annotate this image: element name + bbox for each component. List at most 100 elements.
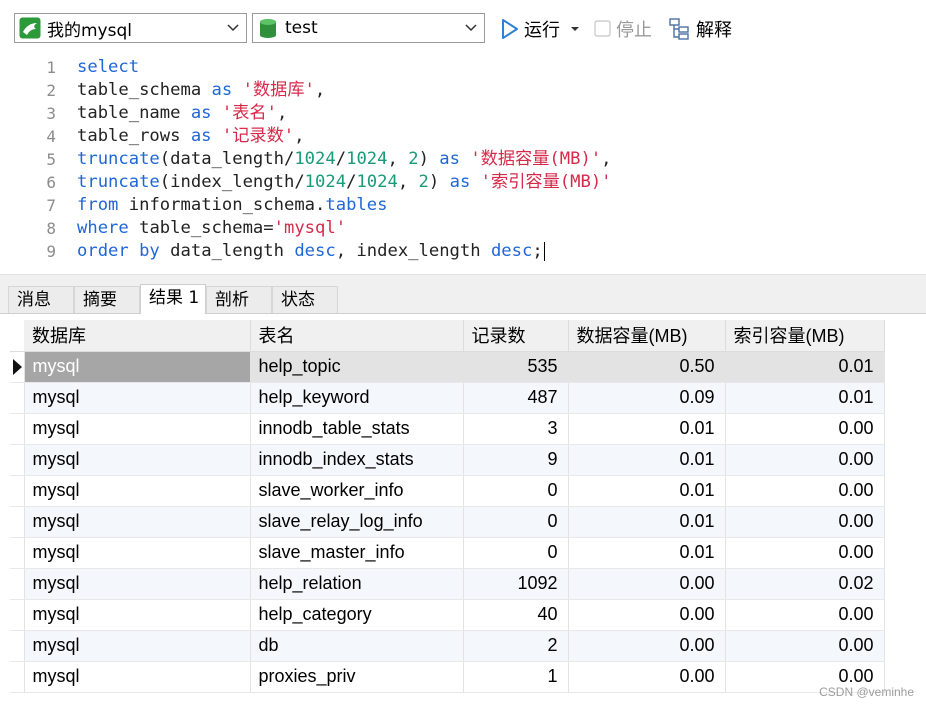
result-grid[interactable]: 数据库 表名 记录数 数据容量(MB) 索引容量(MB) mysql help_t… xyxy=(10,320,885,693)
table-cell[interactable]: 0 xyxy=(463,506,569,538)
table-cell[interactable]: 0.00 xyxy=(568,630,726,662)
row-indicator[interactable] xyxy=(10,537,25,569)
table-cell[interactable]: 9 xyxy=(463,444,569,476)
column-header[interactable]: 记录数 xyxy=(463,320,569,352)
table-row[interactable]: mysql help_topic 535 0.50 0.01 xyxy=(10,351,885,383)
table-cell[interactable]: 0.01 xyxy=(568,475,726,507)
table-cell[interactable]: 535 xyxy=(463,351,569,383)
table-cell[interactable]: 0.00 xyxy=(568,568,726,600)
database-select[interactable]: test xyxy=(252,13,485,43)
table-cell[interactable]: 0.00 xyxy=(568,661,726,693)
table-cell[interactable]: 0.09 xyxy=(568,382,726,414)
row-indicator[interactable] xyxy=(10,599,25,631)
table-cell[interactable]: 0 xyxy=(463,537,569,569)
sql-code[interactable]: select table_schema as '数据库', table_name a… xyxy=(77,56,612,263)
table-cell[interactable]: 0.00 xyxy=(725,506,885,538)
table-cell[interactable]: innodb_index_stats xyxy=(250,444,464,476)
tab-profile[interactable]: 剖析 xyxy=(206,286,272,313)
table-cell[interactable]: mysql xyxy=(24,599,251,631)
table-row[interactable]: mysql slave_worker_info 0 0.01 0.00 xyxy=(10,475,885,507)
table-row[interactable]: mysql proxies_priv 1 0.00 0.00 xyxy=(10,661,885,693)
table-cell[interactable]: mysql xyxy=(24,444,251,476)
tab-result-1[interactable]: 结果 1 xyxy=(140,284,206,314)
table-row[interactable]: mysql db 2 0.00 0.00 xyxy=(10,630,885,662)
table-cell[interactable]: mysql xyxy=(24,506,251,538)
table-cell[interactable]: 1092 xyxy=(463,568,569,600)
table-cell[interactable]: mysql xyxy=(24,661,251,693)
table-cell[interactable]: mysql xyxy=(24,568,251,600)
table-cell[interactable]: 0.00 xyxy=(725,475,885,507)
table-cell[interactable]: 0.01 xyxy=(568,506,726,538)
chevron-down-icon[interactable] xyxy=(568,22,582,36)
column-header[interactable]: 数据容量(MB) xyxy=(568,320,726,352)
table-cell[interactable]: 0.01 xyxy=(568,444,726,476)
pane-splitter[interactable] xyxy=(0,274,926,284)
tab-summary[interactable]: 摘要 xyxy=(74,286,140,313)
tab-messages[interactable]: 消息 xyxy=(8,286,74,313)
table-cell[interactable]: mysql xyxy=(24,537,251,569)
tab-status[interactable]: 状态 xyxy=(272,286,338,313)
row-indicator[interactable] xyxy=(10,475,25,507)
row-indicator[interactable] xyxy=(10,444,25,476)
explain-button[interactable]: 解释 xyxy=(668,15,732,43)
table-row[interactable]: mysql help_category 40 0.00 0.00 xyxy=(10,599,885,631)
column-header[interactable]: 表名 xyxy=(250,320,464,352)
table-cell[interactable]: 0.02 xyxy=(725,568,885,600)
table-cell[interactable]: slave_relay_log_info xyxy=(250,506,464,538)
table-cell[interactable]: 1 xyxy=(463,661,569,693)
table-cell[interactable]: mysql xyxy=(24,413,251,445)
row-indicator[interactable] xyxy=(10,568,25,600)
code-line[interactable]: table_name as '表名', xyxy=(77,102,612,125)
code-line[interactable]: table_rows as '记录数', xyxy=(77,125,612,148)
table-cell[interactable]: 40 xyxy=(463,599,569,631)
table-cell[interactable]: help_topic xyxy=(250,351,464,383)
table-cell[interactable]: 0.00 xyxy=(725,413,885,445)
table-cell[interactable]: mysql xyxy=(24,475,251,507)
table-cell[interactable]: 0.00 xyxy=(725,630,885,662)
stop-button[interactable]: 停止 xyxy=(594,15,652,43)
column-header[interactable]: 索引容量(MB) xyxy=(725,320,885,352)
run-button[interactable]: 运行 xyxy=(500,15,586,43)
table-cell[interactable]: 0.01 xyxy=(568,537,726,569)
code-line[interactable]: select xyxy=(77,56,612,79)
table-cell[interactable]: help_relation xyxy=(250,568,464,600)
table-cell[interactable]: innodb_table_stats xyxy=(250,413,464,445)
table-cell[interactable]: 0 xyxy=(463,475,569,507)
table-row[interactable]: mysql help_keyword 487 0.09 0.01 xyxy=(10,382,885,414)
table-cell[interactable]: 0.00 xyxy=(725,537,885,569)
column-header[interactable]: 数据库 xyxy=(24,320,251,352)
table-cell[interactable]: mysql xyxy=(24,382,251,414)
table-row[interactable]: mysql slave_master_info 0 0.01 0.00 xyxy=(10,537,885,569)
table-row[interactable]: mysql innodb_index_stats 9 0.01 0.00 xyxy=(10,444,885,476)
code-line[interactable]: from information_schema.tables xyxy=(77,194,612,217)
table-row[interactable]: mysql innodb_table_stats 3 0.01 0.00 xyxy=(10,413,885,445)
table-row[interactable]: mysql help_relation 1092 0.00 0.02 xyxy=(10,568,885,600)
code-line[interactable]: order by data_length desc, index_length … xyxy=(77,240,612,263)
table-cell[interactable]: mysql xyxy=(24,351,251,383)
table-cell[interactable]: 0.50 xyxy=(568,351,726,383)
table-cell[interactable]: 3 xyxy=(463,413,569,445)
table-cell[interactable]: slave_worker_info xyxy=(250,475,464,507)
table-row[interactable]: mysql slave_relay_log_info 0 0.01 0.00 xyxy=(10,506,885,538)
table-cell[interactable]: 0.01 xyxy=(725,351,885,383)
row-indicator[interactable] xyxy=(10,506,25,538)
row-indicator[interactable] xyxy=(10,413,25,445)
row-indicator[interactable] xyxy=(10,630,25,662)
table-cell[interactable]: 0.01 xyxy=(725,382,885,414)
code-line[interactable]: where table_schema='mysql' xyxy=(77,217,612,240)
table-cell[interactable]: slave_master_info xyxy=(250,537,464,569)
table-cell[interactable]: 0.00 xyxy=(725,444,885,476)
table-cell[interactable]: 2 xyxy=(463,630,569,662)
table-cell[interactable]: 0.00 xyxy=(568,599,726,631)
sql-editor[interactable]: 123456789 select table_schema as '数据库', ta… xyxy=(0,52,926,274)
table-cell[interactable]: 0.00 xyxy=(725,599,885,631)
code-line[interactable]: truncate(data_length/1024/1024, 2) as '数… xyxy=(77,148,612,171)
table-cell[interactable]: help_category xyxy=(250,599,464,631)
row-indicator[interactable] xyxy=(10,351,25,383)
table-cell[interactable]: 487 xyxy=(463,382,569,414)
table-cell[interactable]: 0.01 xyxy=(568,413,726,445)
connection-select[interactable]: 我的mysql xyxy=(14,13,247,43)
table-cell[interactable]: mysql xyxy=(24,630,251,662)
table-cell[interactable]: proxies_priv xyxy=(250,661,464,693)
table-cell[interactable]: db xyxy=(250,630,464,662)
